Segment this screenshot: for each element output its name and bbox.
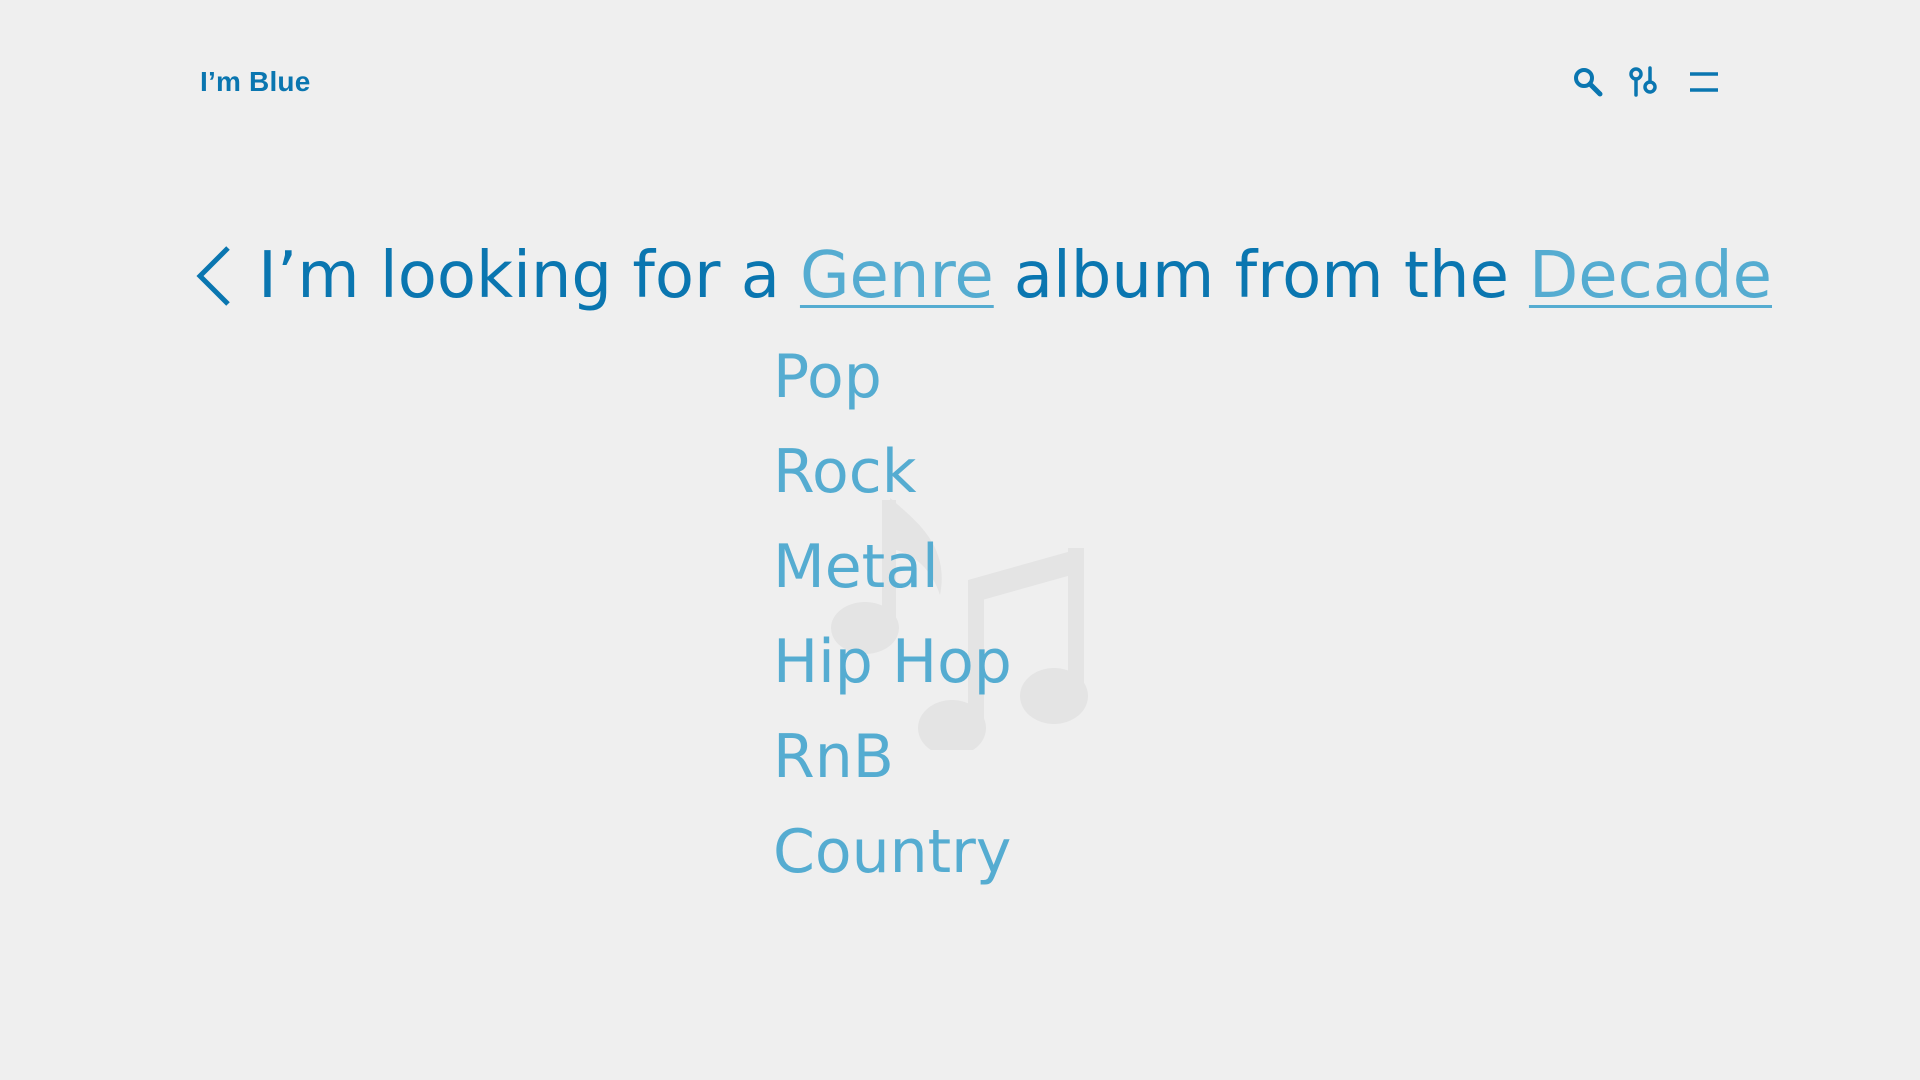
app-logo[interactable]: I’m Blue	[200, 64, 311, 100]
back-chevron-icon[interactable]	[194, 244, 234, 308]
genre-option-rnb[interactable]: RnB	[773, 710, 1012, 805]
menu-icon[interactable]	[1686, 64, 1722, 100]
genre-options-list: Pop Rock Metal Hip Hop RnB Country	[773, 330, 1012, 900]
genre-option-rock[interactable]: Rock	[773, 425, 1012, 520]
genre-option-country[interactable]: Country	[773, 805, 1012, 900]
sentence-middle: album from the	[1013, 239, 1509, 313]
search-sentence: I’m looking for a Genre album from the D…	[194, 232, 1772, 320]
genre-option-hip-hop[interactable]: Hip Hop	[773, 615, 1012, 710]
filter-icon[interactable]	[1626, 64, 1662, 100]
decade-selector[interactable]: Decade	[1529, 232, 1772, 320]
genre-option-pop[interactable]: Pop	[773, 330, 1012, 425]
header-toolbar	[1570, 64, 1722, 100]
search-icon[interactable]	[1570, 64, 1606, 100]
sentence-prefix: I’m looking for a	[258, 239, 780, 313]
genre-option-metal[interactable]: Metal	[773, 520, 1012, 615]
genre-selector[interactable]: Genre	[800, 232, 994, 320]
